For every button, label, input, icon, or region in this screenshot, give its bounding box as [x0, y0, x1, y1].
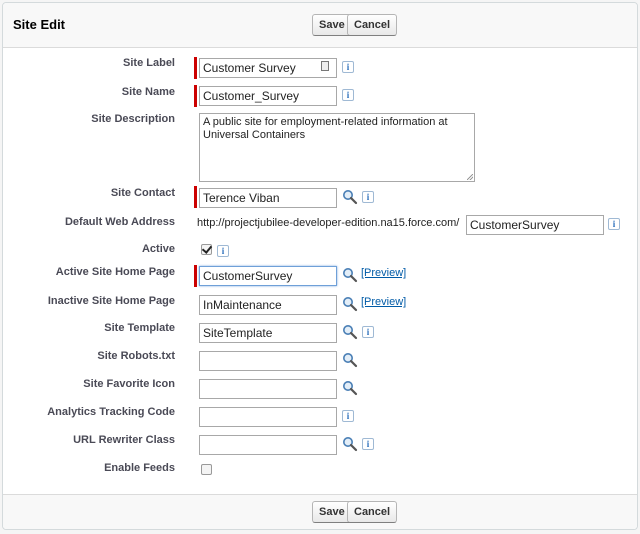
required-indicator	[194, 85, 197, 107]
site-label-label: Site Label	[123, 57, 175, 69]
save-button-top[interactable]: Save	[312, 14, 352, 36]
url-rewriter-label: URL Rewriter Class	[73, 434, 175, 446]
cancel-button-top[interactable]: Cancel	[347, 14, 398, 36]
required-indicator	[194, 57, 197, 79]
active-home-label: Active Site Home Page	[55, 266, 175, 278]
info-icon[interactable]: i	[342, 61, 354, 73]
cancel-button-bottom[interactable]: Cancel	[347, 501, 398, 523]
site-name-label: Site Name	[121, 86, 175, 98]
inactive-home-preview-link[interactable]: [Preview]	[361, 296, 406, 308]
lookup-magnifier-icon[interactable]	[342, 380, 358, 396]
analytics-input[interactable]	[199, 407, 337, 427]
inactive-home-label: Inactive Site Home Page	[47, 295, 175, 307]
favicon-label: Site Favorite Icon	[83, 378, 175, 390]
favicon-input[interactable]	[199, 379, 337, 399]
field-picker-icon[interactable]	[321, 61, 329, 71]
web-address-prefix: http://projectjubilee-developer-edition.…	[197, 217, 460, 229]
site-template-input[interactable]: SiteTemplate	[199, 323, 337, 343]
active-checkbox[interactable]	[201, 244, 212, 255]
site-description-textarea[interactable]: A public site for employment-related inf…	[199, 113, 475, 182]
robots-input[interactable]	[199, 351, 337, 371]
site-label-input[interactable]: Customer Survey	[199, 58, 337, 78]
info-icon[interactable]: i	[342, 410, 354, 422]
info-icon[interactable]: i	[362, 326, 374, 338]
lookup-magnifier-icon[interactable]	[342, 324, 358, 340]
info-icon[interactable]: i	[217, 245, 229, 257]
info-icon[interactable]: i	[342, 89, 354, 101]
analytics-label: Analytics Tracking Code	[47, 406, 175, 418]
save-button-bottom[interactable]: Save	[312, 501, 352, 523]
robots-label: Site Robots.txt	[97, 350, 175, 362]
lookup-magnifier-icon[interactable]	[342, 436, 358, 452]
page-title: Site Edit	[13, 17, 66, 32]
site-description-text: A public site for employment-related inf…	[203, 116, 448, 141]
default-web-address-label: Default Web Address	[64, 216, 175, 228]
active-home-input[interactable]: CustomerSurvey	[199, 266, 337, 286]
lookup-magnifier-icon[interactable]	[342, 296, 358, 312]
info-icon[interactable]: i	[608, 218, 620, 230]
required-indicator	[194, 265, 197, 287]
inactive-home-input[interactable]: InMaintenance	[199, 295, 337, 315]
info-icon[interactable]: i	[362, 438, 374, 450]
active-home-preview-link[interactable]: [Preview]	[361, 267, 406, 279]
info-icon[interactable]: i	[362, 191, 374, 203]
url-rewriter-input[interactable]	[199, 435, 337, 455]
lookup-magnifier-icon[interactable]	[342, 267, 358, 283]
site-edit-panel: Site Edit Save Cancel Site Label Custome…	[2, 2, 638, 530]
site-description-label: Site Description	[91, 113, 175, 125]
page-footer: Save Cancel	[3, 494, 637, 529]
enable-feeds-checkbox[interactable]	[201, 464, 212, 475]
required-indicator	[194, 186, 197, 208]
lookup-magnifier-icon[interactable]	[342, 189, 358, 205]
site-name-input[interactable]: Customer_Survey	[199, 86, 337, 106]
resize-handle-icon[interactable]	[467, 174, 473, 180]
web-address-input[interactable]: CustomerSurvey	[466, 215, 604, 235]
site-template-label: Site Template	[104, 322, 175, 334]
lookup-magnifier-icon[interactable]	[342, 352, 358, 368]
enable-feeds-label: Enable Feeds	[104, 462, 175, 474]
active-label: Active	[141, 243, 175, 255]
page-header: Site Edit Save Cancel	[3, 3, 637, 48]
site-contact-label: Site Contact	[110, 187, 175, 199]
site-contact-input[interactable]: Terence Viban	[199, 188, 337, 208]
